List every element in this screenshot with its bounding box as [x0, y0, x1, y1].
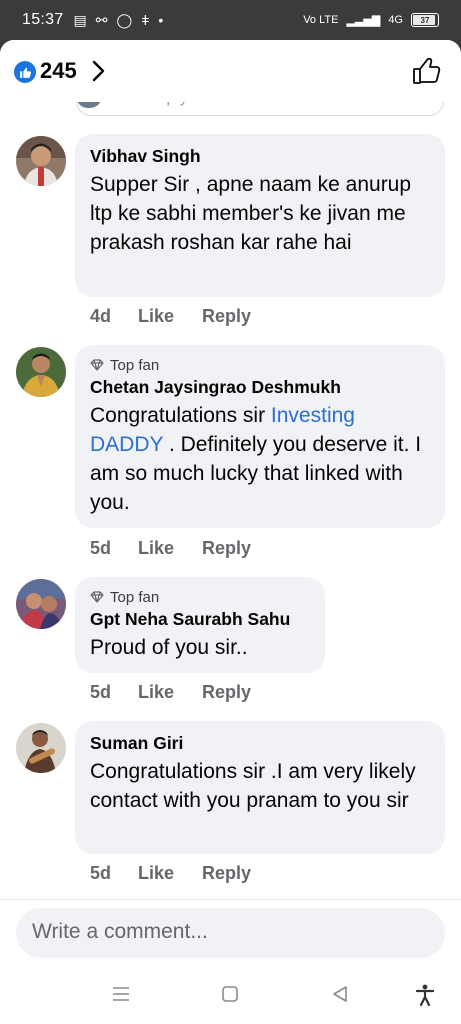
- top-fan-label: Top fan: [110, 356, 160, 374]
- commenter-name[interactable]: Gpt Neha Saurabh Sahu: [90, 609, 310, 630]
- comment-placeholder: Write a comment...: [32, 920, 208, 943]
- comment-actions: 5d Like Reply: [90, 863, 251, 884]
- comment-text: Congratulations sir Investing DADDY . De…: [90, 401, 430, 517]
- comment-bubble[interactable]: Top fan Chetan Jaysingrao Deshmukh Congr…: [75, 345, 445, 528]
- comments-sheet: 245 Write a reply... Vibhav Singh Supper…: [0, 40, 461, 1024]
- comment-text-start: Congratulations sir: [90, 404, 271, 427]
- dot-icon: •: [158, 12, 164, 28]
- reply-button[interactable]: Reply: [202, 306, 251, 327]
- top-fan-badge: Top fan: [90, 355, 430, 375]
- commenter-name[interactable]: Vibhav Singh: [90, 146, 430, 167]
- system-nav-bar: [0, 960, 461, 1024]
- network-label: 4G: [388, 14, 403, 26]
- avatar[interactable]: [16, 579, 66, 629]
- avatar[interactable]: [16, 347, 66, 397]
- notification-icon: ▤: [73, 11, 87, 28]
- comment-bubble[interactable]: Top fan Gpt Neha Saurabh Sahu Proud of y…: [75, 577, 325, 673]
- composer-divider: [0, 899, 461, 900]
- battery-icon: 37: [411, 13, 439, 27]
- home-icon[interactable]: [222, 986, 238, 1002]
- status-right: Vo LTE ▂▃▅▇ 4G 37: [303, 13, 439, 27]
- comment-text: Supper Sir , apne naam ke anurup ltp ke …: [90, 173, 412, 254]
- menu-icon[interactable]: [112, 986, 130, 1002]
- like-reaction-icon: [14, 61, 36, 83]
- comment-time[interactable]: 5d: [90, 538, 138, 559]
- reply-button[interactable]: Reply: [202, 682, 251, 703]
- top-fan-label: Top fan: [110, 588, 160, 606]
- comment-actions: 5d Like Reply: [90, 538, 251, 559]
- top-fan-badge: Top fan: [90, 587, 310, 607]
- reply-button[interactable]: Reply: [202, 538, 251, 559]
- like-button[interactable]: Like: [138, 682, 202, 703]
- back-icon[interactable]: [332, 986, 348, 1002]
- commenter-name[interactable]: Suman Giri: [90, 733, 430, 754]
- comment-time[interactable]: 5d: [90, 682, 138, 703]
- reply-button[interactable]: Reply: [202, 863, 251, 884]
- accessibility-icon[interactable]: [416, 984, 434, 1006]
- whatsapp-icon: ◯: [116, 11, 133, 28]
- comment-text: Congratulations sir .I am very likely co…: [90, 760, 416, 812]
- like-button[interactable]: Like: [138, 863, 202, 884]
- app-icon: ǂ: [141, 12, 150, 28]
- like-post-icon[interactable]: [412, 57, 442, 85]
- comment-actions: 4d Like Reply: [90, 306, 251, 327]
- share-icon: ⚯: [95, 11, 108, 28]
- signal-icon: ▂▃▅▇: [346, 14, 381, 27]
- like-button[interactable]: Like: [138, 306, 202, 327]
- status-bar: 15:37 ▤ ⚯ ◯ ǂ • Vo LTE ▂▃▅▇ 4G 37: [0, 0, 461, 40]
- comment-bubble[interactable]: Vibhav Singh Supper Sir , apne naam ke a…: [75, 134, 445, 297]
- like-button[interactable]: Like: [138, 538, 202, 559]
- volte-label: Vo LTE: [303, 14, 339, 26]
- avatar[interactable]: [16, 723, 66, 773]
- comment-time[interactable]: 5d: [90, 863, 138, 884]
- reactions-header: 245: [0, 40, 461, 102]
- chevron-right-icon[interactable]: [92, 60, 106, 82]
- status-time: 15:37: [22, 11, 64, 28]
- comment-input[interactable]: Write a comment...: [16, 908, 445, 958]
- comment-actions: 5d Like Reply: [90, 682, 251, 703]
- notification-icons: ▤ ⚯ ◯ ǂ •: [74, 12, 164, 29]
- diamond-icon: [90, 591, 104, 603]
- reaction-count[interactable]: 245: [40, 58, 77, 84]
- commenter-name[interactable]: Chetan Jaysingrao Deshmukh: [90, 377, 430, 398]
- battery-level: 37: [420, 15, 430, 25]
- comment-text: Proud of you sir..: [90, 636, 248, 659]
- avatar[interactable]: [16, 136, 66, 186]
- comment-time[interactable]: 4d: [90, 306, 138, 327]
- diamond-icon: [90, 359, 104, 371]
- comment-bubble[interactable]: Suman Giri Congratulations sir .I am ver…: [75, 721, 445, 854]
